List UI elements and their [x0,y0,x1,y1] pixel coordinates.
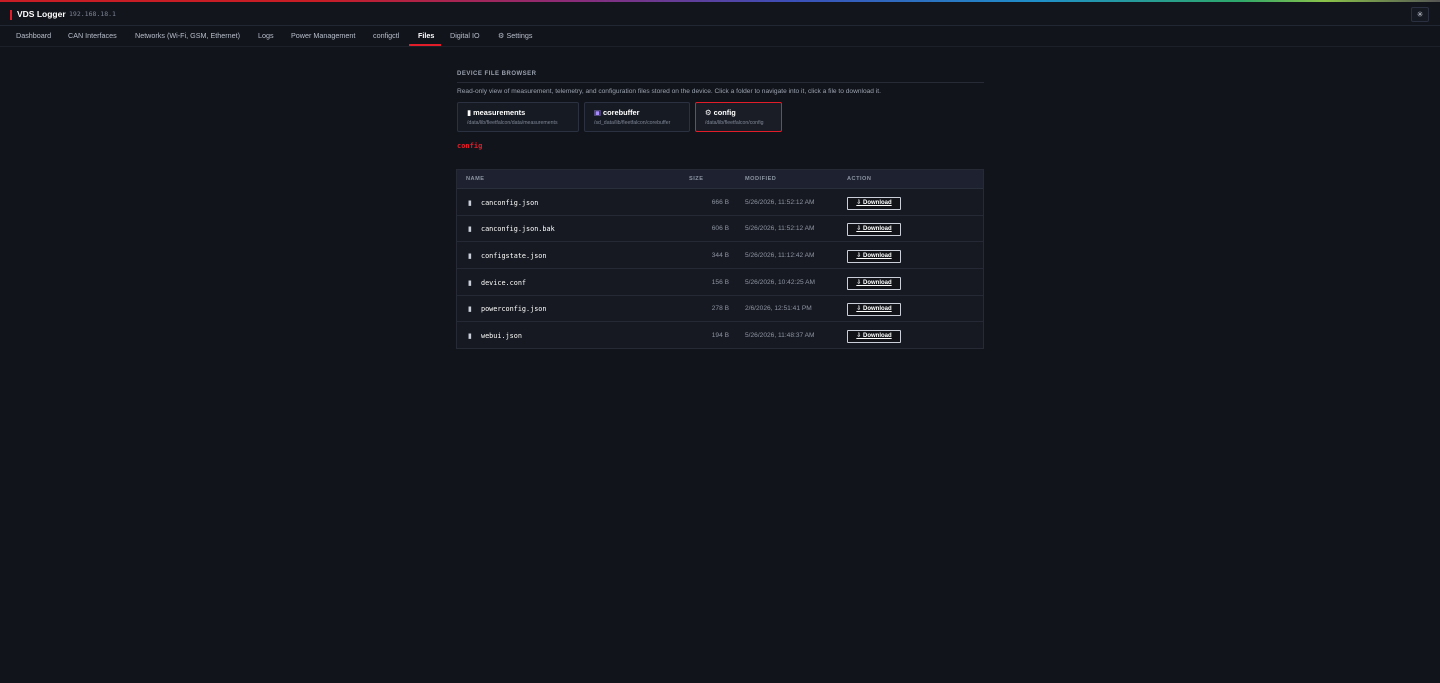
table-row[interactable]: ▮ configstate.json 344 B 5/26/2026, 11:1… [457,243,983,269]
file-modified: 5/26/2026, 11:48:37 AM [745,332,815,339]
section-title: DEVICE FILE BROWSER [457,71,537,77]
file-name[interactable]: powerconfig.json [481,305,546,313]
file-size: 278 B [711,305,729,312]
tab-can-interfaces[interactable]: CAN Interfaces [68,26,117,47]
main-nav: Dashboard CAN Interfaces Networks (Wi-Fi… [0,26,1440,47]
table-header: NAME SIZE MODIFIED ACTION [457,170,983,189]
tab-logs[interactable]: Logs [258,26,274,47]
top-bar: VDS Logger 192.168.18.1 ✳ [0,2,1440,26]
file-name[interactable]: canconfig.json [481,199,538,207]
download-button[interactable]: ⇩ Download [847,223,901,236]
archive-icon: ▣ [594,108,601,117]
tab-networks[interactable]: Networks (Wi-Fi, GSM, Ethernet) [135,26,240,47]
file-icon: ▮ [468,306,472,313]
file-modified: 5/26/2026, 11:12:42 AM [745,252,815,259]
table-row[interactable]: ▮ canconfig.json.bak 606 B 5/26/2026, 11… [457,216,983,242]
folder-name: corebuffer [602,108,640,117]
file-icon: ▮ [468,253,472,260]
folder-path: /data/lib/fleetfalcon/config [705,120,764,126]
file-modified: 5/26/2026, 11:52:12 AM [745,199,815,206]
download-button[interactable]: ⇩ Download [847,250,901,263]
table-row[interactable]: ▮ device.conf 156 B 5/26/2026, 10:42:25 … [457,270,983,296]
active-tab-indicator [409,44,441,46]
file-size: 194 B [711,332,729,339]
device-ip: 192.168.18.1 [69,10,116,18]
file-modified: 5/26/2026, 10:42:25 AM [745,279,816,286]
column-header-modified: MODIFIED [745,176,777,182]
brand-mark [10,10,12,20]
download-button[interactable]: ⇩ Download [847,197,901,210]
gear-icon: ⚙ [705,108,712,117]
download-button[interactable]: ⇩ Download [847,277,901,290]
file-modified: 5/26/2026, 11:52:12 AM [745,225,815,232]
breadcrumb[interactable]: config [457,142,482,150]
section-description: Read-only view of measurement, telemetry… [457,88,881,95]
folder-path: /data/lib/fleetfalcon/data/measurements [467,120,558,126]
tab-settings[interactable]: ⚙ Settings [498,26,532,47]
file-name[interactable]: device.conf [481,279,526,287]
tab-dashboard[interactable]: Dashboard [16,26,51,47]
tab-configctl[interactable]: configctl [373,26,399,47]
section-divider [457,82,984,83]
file-size: 344 B [711,252,729,259]
tab-digital-io[interactable]: Digital IO [450,26,480,47]
file-size: 606 B [711,225,729,232]
app-title: VDS Logger [17,9,66,19]
file-modified: 2/6/2026, 12:51:41 PM [745,305,812,312]
file-name[interactable]: canconfig.json.bak [481,225,555,233]
file-table: NAME SIZE MODIFIED ACTION ▮ canconfig.js… [456,169,984,349]
file-size: 666 B [711,199,729,206]
column-header-name: NAME [466,176,485,182]
tab-power-management[interactable]: Power Management [291,26,355,47]
folder-name: config [713,108,736,117]
file-icon: ▮ [468,333,472,340]
table-row[interactable]: ▮ canconfig.json 666 B 5/26/2026, 11:52:… [457,190,983,216]
theme-toggle-button[interactable]: ✳ [1411,7,1429,22]
folder-card-measurements[interactable]: ▮ measurements /data/lib/fleetfalcon/data… [457,102,579,132]
file-icon: ▮ [468,280,472,287]
table-row[interactable]: ▮ powerconfig.json 278 B 2/6/2026, 12:51… [457,296,983,322]
document-icon: ▮ [467,108,472,117]
table-row[interactable]: ▮ webui.json 194 B 5/26/2026, 11:48:37 A… [457,323,983,349]
column-header-action: ACTION [847,176,872,182]
column-header-size: SIZE [689,176,704,182]
file-icon: ▮ [468,200,472,207]
folder-path: /sd_data/lib/fleetfalcon/corebuffer [594,120,671,126]
file-size: 156 B [711,279,729,286]
folder-name: measurements [473,108,526,117]
sun-icon: ✳ [1416,10,1424,19]
folder-card-config[interactable]: ⚙ config /data/lib/fleetfalcon/config [695,102,782,132]
download-button[interactable]: ⇩ Download [847,330,901,343]
file-name[interactable]: webui.json [481,332,522,340]
download-button[interactable]: ⇩ Download [847,303,901,316]
file-icon: ▮ [468,226,472,233]
file-name[interactable]: configstate.json [481,252,546,260]
folder-card-corebuffer[interactable]: ▣ corebuffer /sd_data/lib/fleetfalcon/cor… [584,102,690,132]
